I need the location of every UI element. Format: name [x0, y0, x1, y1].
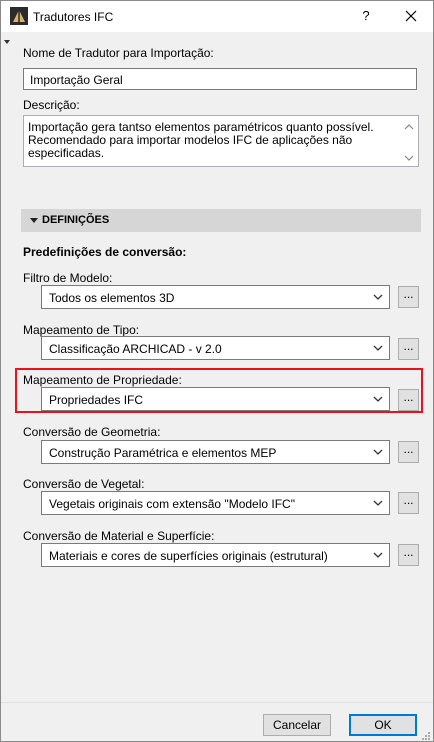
geometry-conversion-label: Conversão de Geometria:	[23, 425, 161, 439]
geometry-conversion-value: Construção Paramétrica e elementos MEP	[49, 446, 277, 460]
type-mapping-value: Classificação ARCHICAD - v 2.0	[49, 342, 222, 356]
model-filter-select[interactable]: Todos os elementos 3D	[41, 285, 390, 309]
chevron-down-icon	[372, 342, 384, 354]
scroll-up-icon[interactable]	[403, 121, 415, 131]
archicad-app-icon	[10, 7, 28, 25]
geometry-conversion-more-button[interactable]: ...	[398, 441, 419, 463]
help-button[interactable]: ?	[356, 6, 376, 26]
expand-triangle-icon	[30, 218, 38, 223]
close-icon	[405, 10, 417, 22]
ok-button[interactable]: OK	[349, 714, 417, 736]
material-conversion-more-button[interactable]: ...	[398, 544, 419, 566]
description-label: Descrição:	[23, 98, 80, 112]
type-mapping-more-button[interactable]: ...	[398, 338, 419, 360]
model-filter-value: Todos os elementos 3D	[49, 291, 175, 305]
material-conversion-value: Materiais e cores de superfícies origina…	[49, 549, 328, 563]
translator-name-label: Nome de Tradutor para Importação:	[23, 46, 214, 60]
chevron-down-icon	[372, 497, 384, 509]
geometry-conversion-select[interactable]: Construção Paramétrica e elementos MEP	[41, 440, 390, 464]
collapse-arrow-icon[interactable]	[4, 40, 10, 44]
vegetation-conversion-select[interactable]: Vegetais originais com extensão "Modelo …	[41, 491, 390, 515]
dialog-footer: Cancelar OK	[1, 702, 433, 741]
model-filter-label: Filtro de Modelo:	[23, 271, 113, 285]
model-filter-more-button[interactable]: ...	[398, 286, 419, 308]
definitions-section-title: DEFINIÇÕES	[42, 214, 110, 226]
description-text: Importação gera tantso elementos paramét…	[28, 120, 374, 160]
vegetation-conversion-label: Conversão de Vegetal:	[23, 477, 145, 491]
title-bar: Tradutores IFC ?	[1, 1, 433, 32]
property-mapping-more-button[interactable]: ...	[398, 389, 419, 411]
chevron-down-icon	[372, 291, 384, 303]
type-mapping-label: Mapeamento de Tipo:	[23, 323, 140, 337]
chevron-down-icon	[372, 393, 384, 405]
ifc-translators-dialog: Tradutores IFC ? Nome de Tradutor para I…	[0, 0, 434, 742]
material-conversion-select[interactable]: Materiais e cores de superfícies origina…	[41, 543, 390, 567]
property-mapping-label: Mapeamento de Propriedade:	[23, 373, 182, 387]
chevron-down-icon	[372, 446, 384, 458]
material-conversion-label: Conversão de Material e Superfície:	[23, 529, 215, 543]
vegetation-conversion-more-button[interactable]: ...	[398, 492, 419, 514]
resize-grip-icon[interactable]	[421, 730, 431, 740]
type-mapping-select[interactable]: Classificação ARCHICAD - v 2.0	[41, 336, 390, 360]
window-title: Tradutores IFC	[33, 10, 114, 24]
definitions-section-header[interactable]: DEFINIÇÕES	[21, 209, 421, 232]
scroll-down-icon[interactable]	[403, 152, 415, 162]
conversion-presets-heading: Predefinições de conversão:	[23, 245, 187, 259]
translator-name-input[interactable]: Importação Geral	[23, 68, 417, 90]
property-mapping-select[interactable]: Propriedades IFC	[41, 387, 390, 411]
description-textarea[interactable]: Importação gera tantso elementos paramét…	[23, 115, 419, 167]
vegetation-conversion-value: Vegetais originais com extensão "Modelo …	[49, 497, 295, 511]
cancel-button[interactable]: Cancelar	[263, 714, 331, 736]
property-mapping-value: Propriedades IFC	[49, 393, 144, 407]
close-button[interactable]	[401, 6, 421, 26]
chevron-down-icon	[372, 549, 384, 561]
